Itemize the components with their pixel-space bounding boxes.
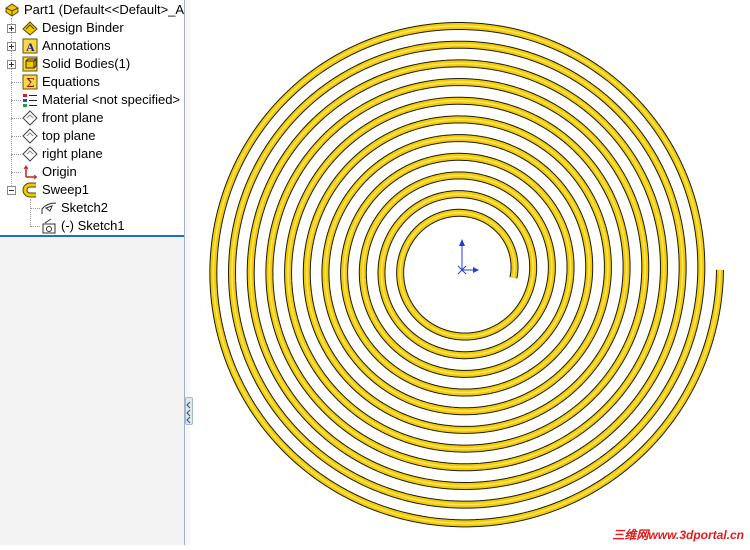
- tree-connector: [30, 208, 40, 209]
- watermark-text: 三维网www.3dportal.cn: [612, 528, 744, 542]
- tree-connector: [11, 118, 21, 119]
- tree-item-label: Design Binder: [42, 20, 124, 35]
- plane-icon: [22, 110, 38, 126]
- tree-item-sketch1[interactable]: (-) Sketch1: [41, 217, 125, 235]
- tree-empty-area: [0, 236, 184, 545]
- tree-item-label: Sweep1: [42, 182, 89, 197]
- sketch-icon: [41, 218, 57, 234]
- plane-icon: [22, 146, 38, 162]
- tree-connector: [11, 172, 21, 173]
- equations-icon: Σ: [22, 74, 38, 90]
- origin-triad-icon: [457, 239, 479, 275]
- spiral-sweep-model[interactable]: [190, 0, 750, 545]
- svg-text:A: A: [26, 40, 35, 54]
- tree-item-label: Annotations: [42, 38, 111, 53]
- expand-toggle[interactable]: [7, 42, 16, 51]
- tree-item-label: Material <not specified>: [42, 92, 181, 107]
- tree-root-part[interactable]: Part1 (Default<<Default>_A: [4, 1, 184, 19]
- tree-item-sketch2[interactable]: Sketch2: [41, 199, 108, 217]
- part-icon: [4, 2, 20, 18]
- expand-toggle[interactable]: [7, 24, 16, 33]
- origin-icon: [22, 164, 38, 180]
- tree-item-label: Equations: [42, 74, 100, 89]
- tree-connector: [11, 136, 21, 137]
- solid-bodies-icon: [22, 56, 38, 72]
- svg-text:Σ: Σ: [26, 76, 34, 90]
- tree-item-design-binder[interactable]: Design Binder: [22, 19, 124, 37]
- tree-item-solid-bodies[interactable]: Solid Bodies(1): [22, 55, 130, 73]
- tree-item-top-plane[interactable]: top plane: [22, 127, 96, 145]
- tree-item-label: right plane: [42, 146, 103, 161]
- sketch-icon: [41, 200, 57, 216]
- graphics-viewport[interactable]: [190, 0, 750, 545]
- rollback-bar[interactable]: [0, 235, 184, 237]
- tree-item-sweep1[interactable]: Sweep1: [22, 181, 89, 199]
- design-binder-icon: [22, 20, 38, 36]
- tree-connector: [30, 199, 31, 227]
- tree-item-right-plane[interactable]: right plane: [22, 145, 103, 163]
- part-name: Part1 (Default<<Default>_A: [24, 2, 185, 17]
- annotations-icon: A: [22, 38, 38, 54]
- sweep-icon: [22, 182, 38, 198]
- tree-item-label: Origin: [42, 164, 77, 179]
- plane-icon: [22, 128, 38, 144]
- tree-item-label: (-) Sketch1: [61, 218, 125, 233]
- material-icon: [22, 92, 38, 108]
- tree-item-label: Sketch2: [61, 200, 108, 215]
- tree-item-label: front plane: [42, 110, 104, 125]
- tree-item-annotations[interactable]: A Annotations: [22, 37, 111, 55]
- collapse-toggle[interactable]: [7, 186, 16, 195]
- tree-item-label: top plane: [42, 128, 96, 143]
- tree-item-front-plane[interactable]: front plane: [22, 109, 103, 127]
- tree-connector: [11, 82, 21, 83]
- expand-toggle[interactable]: [7, 60, 16, 69]
- tree-connector: [11, 154, 21, 155]
- tree-item-origin[interactable]: Origin: [22, 163, 77, 181]
- tree-item-label: Solid Bodies(1): [42, 56, 131, 71]
- tree-item-equations[interactable]: Σ Equations: [22, 73, 100, 91]
- tree-connector: [30, 226, 40, 227]
- triad-y-arrow: [459, 239, 465, 246]
- triad-x-arrow: [473, 267, 479, 273]
- tree-item-material[interactable]: Material <not specified>: [22, 91, 180, 109]
- tree-connector: [11, 100, 21, 101]
